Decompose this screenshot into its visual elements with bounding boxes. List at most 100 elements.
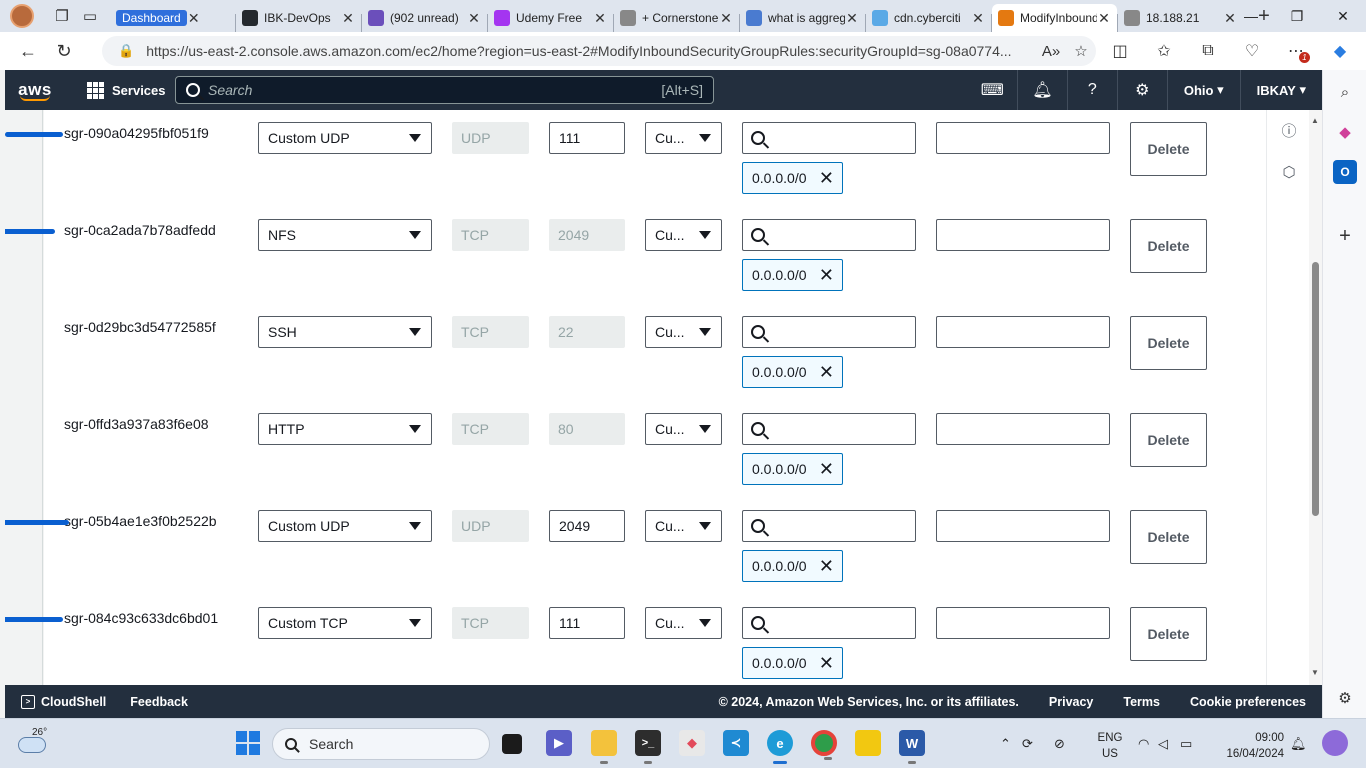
- remove-cidr-icon[interactable]: ✕: [819, 557, 834, 575]
- rule-type-select[interactable]: SSH: [258, 316, 432, 348]
- close-tab-icon[interactable]: ✕: [719, 10, 733, 27]
- favorites-icon[interactable]: ✩: [1142, 36, 1186, 66]
- taskbar-clock[interactable]: 09:00 16/04/2024: [1216, 730, 1284, 762]
- lock-icon[interactable]: 🔒: [118, 43, 134, 59]
- source-type-select[interactable]: Cu...: [645, 219, 722, 251]
- close-tab-icon[interactable]: ✕: [467, 10, 481, 27]
- services-menu[interactable]: Services: [87, 81, 166, 99]
- delete-rule-button[interactable]: Delete: [1130, 122, 1207, 176]
- rule-type-select[interactable]: Custom UDP: [258, 510, 432, 542]
- browser-tab[interactable]: Udemy Free ✕: [488, 4, 613, 32]
- close-tab-icon[interactable]: ✕: [341, 10, 355, 27]
- terms-link[interactable]: Terms: [1123, 695, 1160, 709]
- cloudshell-icon[interactable]: ⌨: [968, 70, 1018, 110]
- settings-gear-icon[interactable]: ⚙: [1118, 70, 1168, 110]
- copilot-icon[interactable]: ◆: [1318, 36, 1362, 66]
- scroll-down-icon[interactable]: ▼: [1311, 668, 1319, 677]
- cookie-preferences-link[interactable]: Cookie preferences: [1190, 695, 1306, 709]
- tray-chevron-icon[interactable]: ⌃: [1000, 736, 1022, 752]
- info-icon[interactable]: ⓘ: [1279, 120, 1299, 140]
- browser-tab[interactable]: (902 unread) ✕: [362, 4, 487, 32]
- browser-essentials-icon[interactable]: ♡: [1230, 36, 1274, 66]
- taskbar-powerbi-icon[interactable]: [855, 730, 881, 756]
- source-cidr-search[interactable]: [742, 316, 916, 348]
- close-tab-icon[interactable]: ✕: [593, 10, 607, 27]
- source-type-select[interactable]: Cu...: [645, 122, 722, 154]
- delete-rule-button[interactable]: Delete: [1130, 607, 1207, 661]
- remove-cidr-icon[interactable]: ✕: [819, 169, 834, 187]
- close-tab-icon[interactable]: ✕: [187, 10, 201, 27]
- browser-tab[interactable]: ModifyInbound ✕: [992, 4, 1117, 32]
- favorite-star-icon[interactable]: ☆: [1066, 42, 1096, 60]
- source-cidr-search[interactable]: [742, 510, 916, 542]
- close-window-icon[interactable]: ✕: [1320, 0, 1366, 32]
- rule-type-select[interactable]: NFS: [258, 219, 432, 251]
- region-selector[interactable]: Ohio ▾: [1168, 70, 1241, 110]
- source-cidr-search[interactable]: [742, 122, 916, 154]
- browser-tab[interactable]: 18.188.21 ✕: [1118, 4, 1243, 32]
- sidebar-copilot-icon[interactable]: ◆: [1333, 120, 1357, 144]
- sidebar-search-icon[interactable]: ⌕: [1333, 80, 1357, 104]
- refresh-icon[interactable]: ↻: [46, 36, 82, 66]
- start-button[interactable]: [235, 730, 261, 756]
- weather-widget[interactable]: 26°: [18, 727, 58, 761]
- aws-search-box[interactable]: [Alt+S]: [175, 76, 714, 104]
- tutorial-hexagon-icon[interactable]: ⬡: [1279, 162, 1299, 182]
- more-menu-icon[interactable]: ⋯ 1: [1274, 36, 1318, 66]
- minimize-icon[interactable]: —: [1228, 0, 1274, 32]
- help-icon[interactable]: ?: [1068, 70, 1118, 110]
- taskbar-file-explorer-icon[interactable]: [591, 730, 617, 764]
- cloudshell-link[interactable]: > CloudShell: [21, 694, 106, 709]
- browser-tab[interactable]: what is aggregate✕: [740, 4, 865, 32]
- source-type-select[interactable]: Cu...: [645, 413, 722, 445]
- port-range-input[interactable]: 111: [549, 607, 625, 639]
- taskbar-word-icon[interactable]: W: [899, 730, 925, 764]
- delete-rule-button[interactable]: Delete: [1130, 316, 1207, 370]
- account-menu[interactable]: IBKAY ▾: [1241, 70, 1322, 110]
- close-tab-icon[interactable]: ✕: [845, 10, 859, 27]
- rule-type-select[interactable]: HTTP: [258, 413, 432, 445]
- aws-search-input[interactable]: [208, 82, 662, 98]
- taskbar-search[interactable]: Search: [272, 728, 490, 760]
- delete-rule-button[interactable]: Delete: [1130, 413, 1207, 467]
- rule-type-select[interactable]: Custom TCP: [258, 607, 432, 639]
- delete-rule-button[interactable]: Delete: [1130, 510, 1207, 564]
- description-input[interactable]: [936, 219, 1110, 251]
- tab-actions-icon[interactable]: ▭: [76, 4, 104, 28]
- browser-tab[interactable]: IBK-DevOps ✕: [236, 4, 361, 32]
- profile-avatar[interactable]: [10, 4, 34, 28]
- taskbar-copilot-icon[interactable]: [1322, 730, 1348, 756]
- description-input[interactable]: [936, 607, 1110, 639]
- feedback-link[interactable]: Feedback: [130, 695, 188, 709]
- tray-network-off-icon[interactable]: ⊘: [1054, 736, 1084, 752]
- remove-cidr-icon[interactable]: ✕: [819, 460, 834, 478]
- source-cidr-search[interactable]: [742, 413, 916, 445]
- taskbar-edge-icon[interactable]: e: [767, 730, 793, 764]
- source-type-select[interactable]: Cu...: [645, 607, 722, 639]
- browser-tab[interactable]: + Cornerstone ✕: [614, 4, 739, 32]
- language-indicator[interactable]: ENG US: [1094, 730, 1126, 762]
- port-range-input[interactable]: 2049: [549, 510, 625, 542]
- remove-cidr-icon[interactable]: ✕: [819, 654, 834, 672]
- taskbar-chrome-icon[interactable]: [811, 730, 837, 760]
- tray-quick-settings[interactable]: ◠ ◁ ▭: [1138, 719, 1202, 768]
- source-cidr-search[interactable]: [742, 219, 916, 251]
- sidebar-outlook-icon[interactable]: O: [1333, 160, 1357, 184]
- browser-tab[interactable]: Dashboard ✕: [110, 4, 235, 32]
- sidebar-settings-icon[interactable]: ⚙: [1333, 686, 1357, 710]
- taskbar-vscode-icon[interactable]: ≺: [723, 730, 749, 756]
- read-aloud-icon[interactable]: A»: [1036, 43, 1066, 60]
- description-input[interactable]: [936, 413, 1110, 445]
- split-screen-icon[interactable]: ◫: [1098, 36, 1142, 66]
- scrollbar-thumb[interactable]: [1312, 262, 1319, 516]
- rule-type-select[interactable]: Custom UDP: [258, 122, 432, 154]
- taskbar-task-view-icon[interactable]: [502, 734, 522, 754]
- taskbar-teams-icon[interactable]: ▶: [546, 730, 572, 756]
- close-tab-icon[interactable]: ✕: [971, 10, 985, 27]
- vertical-scrollbar[interactable]: ▲ ▼: [1309, 110, 1322, 685]
- url-text[interactable]: https://us-east-2.console.aws.amazon.com…: [146, 43, 1036, 59]
- description-input[interactable]: [936, 316, 1110, 348]
- description-input[interactable]: [936, 510, 1110, 542]
- source-cidr-search[interactable]: [742, 607, 916, 639]
- description-input[interactable]: [936, 122, 1110, 154]
